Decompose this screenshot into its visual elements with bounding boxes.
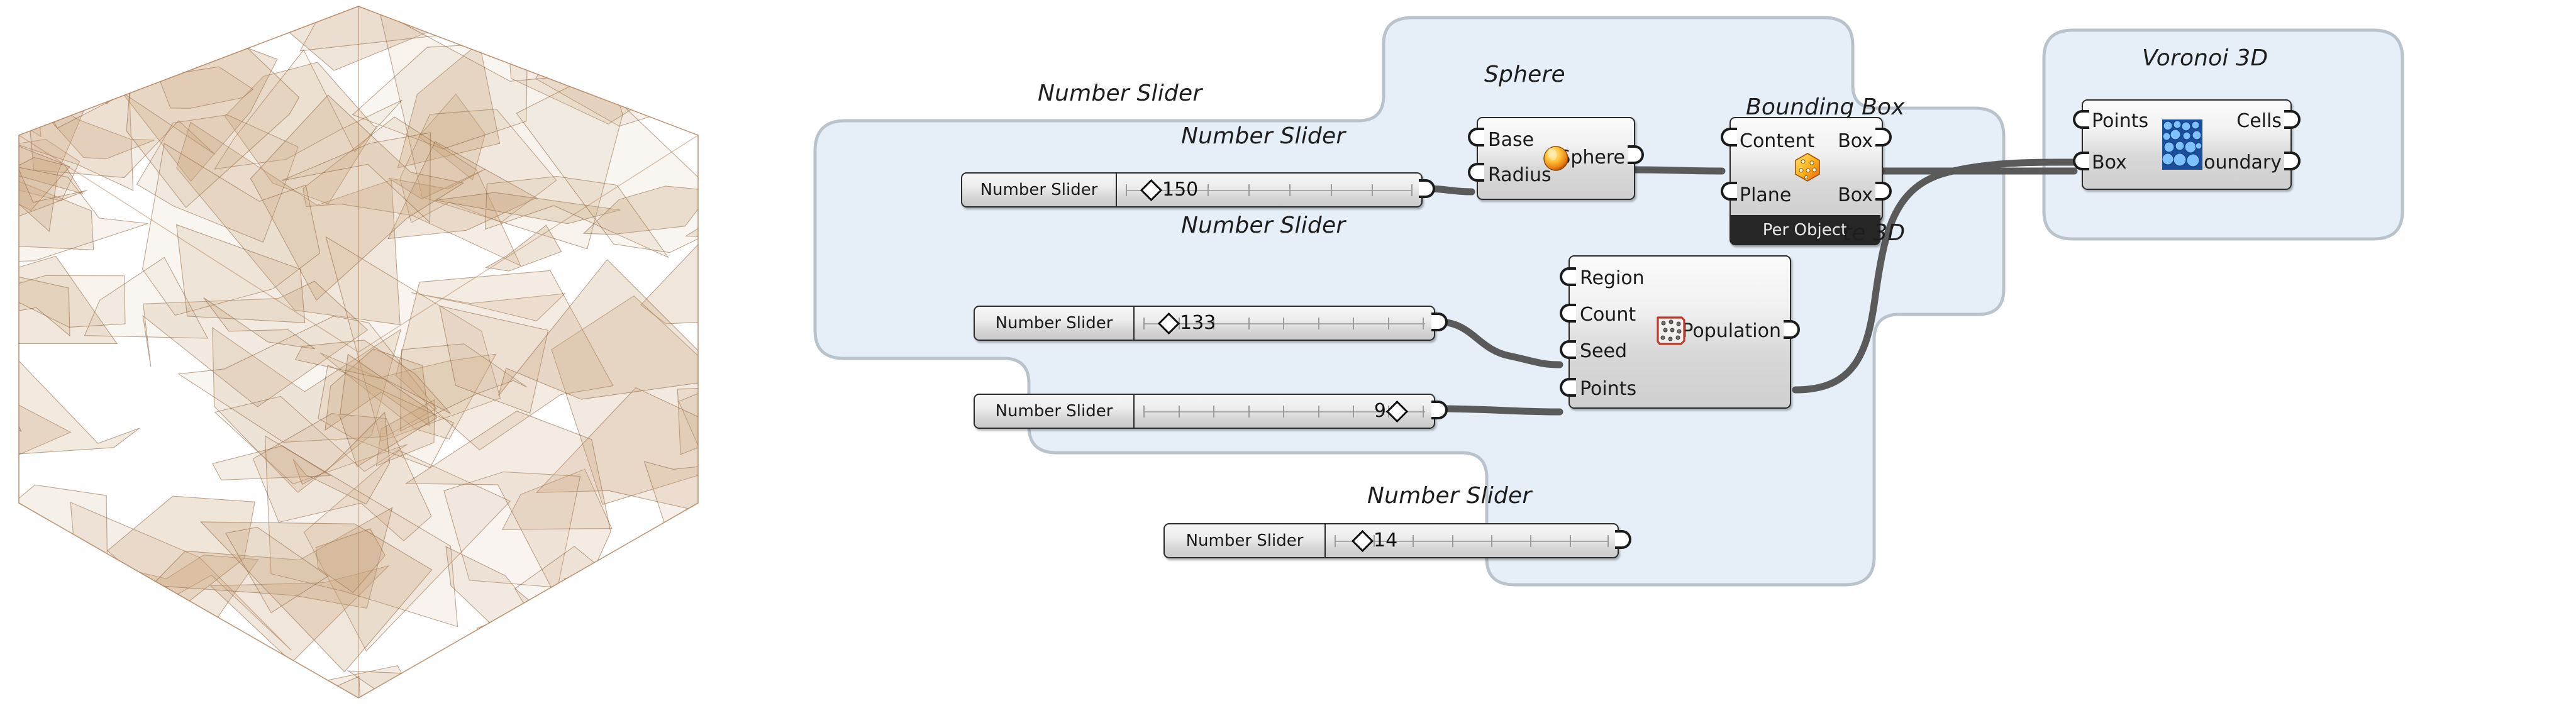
caption-sphere: Sphere (1484, 62, 1565, 87)
voronoi-3d-port-boundary[interactable] (2284, 152, 2301, 170)
caption-slider-extra: Number Slider (1367, 483, 1532, 509)
bounding-box-input-plane: Plane (1740, 184, 1792, 206)
caption-bounding-box: Bounding Box (1746, 94, 1905, 120)
bounding-box-port-content[interactable] (1721, 128, 1737, 147)
slider-knob-diamond-icon (1140, 179, 1163, 201)
voronoi-3d-icon (2162, 119, 2202, 170)
populate-3d-input-region: Region (1580, 267, 1645, 289)
slider-count-output-port[interactable] (1431, 313, 1448, 331)
bounding-box-port-box-bottom[interactable] (1875, 182, 1892, 201)
slider-extra-knob[interactable]: 14 (1351, 529, 1398, 552)
slider-count-knob[interactable]: 133 (1157, 312, 1216, 335)
sphere-port-out[interactable] (1628, 145, 1644, 164)
slider-extra-value: 14 (1374, 529, 1398, 551)
bounding-box-icon (1795, 153, 1820, 182)
slider-count-track[interactable]: 133 (1135, 307, 1434, 340)
bounding-box-port-box-top[interactable] (1875, 128, 1892, 147)
caption-populate-3d: te 3D (1843, 220, 1906, 246)
sphere-icon (1543, 146, 1568, 171)
populate-3d-port-seed[interactable] (1560, 340, 1576, 359)
slider-radius-track[interactable]: 150 (1117, 174, 1421, 206)
slider-count-value: 133 (1180, 312, 1216, 334)
sphere-input-base: Base (1488, 129, 1535, 151)
populate-3d-port-points[interactable] (1560, 378, 1576, 397)
populate-3d-port-population[interactable] (1784, 320, 1800, 339)
bounding-box-input-content: Content (1740, 130, 1815, 152)
sphere-port-radius[interactable] (1468, 163, 1484, 182)
caption-voronoi-3d: Voronoi 3D (2142, 45, 2268, 71)
slider-radius-value: 150 (1162, 179, 1199, 201)
slider-extra-output-port[interactable] (1615, 530, 1631, 549)
slider-knob-diamond-icon (1385, 400, 1409, 423)
slider-seed[interactable]: Number Slider 9 (974, 394, 1435, 429)
viewport-3d-preview[interactable] (0, 0, 730, 708)
bounding-box-port-plane[interactable] (1721, 182, 1737, 201)
voronoi-3d-input-box: Box (2092, 152, 2127, 174)
component-populate-3d[interactable]: Region Count Seed Points Population (1568, 255, 1791, 409)
voronoi-3d-port-cells[interactable] (2284, 110, 2301, 129)
slider-radius-label: Number Slider (962, 174, 1117, 206)
populate-3d-input-count: Count (1580, 304, 1636, 326)
slider-extra-label: Number Slider (1165, 524, 1326, 557)
voronoi-3d-output-cells: Cells (2236, 110, 2282, 132)
slider-extra[interactable]: Number Slider 14 (1163, 523, 1619, 558)
populate-3d-port-count[interactable] (1560, 304, 1576, 323)
populate-3d-output-population: Population (1682, 320, 1781, 342)
slider-radius[interactable]: Number Slider 150 (961, 172, 1423, 207)
sphere-port-base[interactable] (1468, 128, 1484, 147)
slider-seed-track[interactable]: 9 (1135, 395, 1434, 428)
voronoi-3d-port-points[interactable] (2073, 110, 2089, 129)
voronoi-3d-input-points: Points (2092, 110, 2149, 132)
voronoi-3d-geometry (18, 6, 699, 699)
component-bounding-box[interactable]: Content Plane Box Box (1729, 117, 1883, 221)
bounding-box-output-box-bottom: Box (1838, 184, 1873, 206)
component-voronoi-3d[interactable]: Points Box Cells Boundary (2082, 99, 2292, 190)
bounding-box-message-text: Per Object (1762, 221, 1848, 240)
slider-knob-diamond-icon (1351, 529, 1374, 552)
component-sphere[interactable]: Base Radius Sphere (1477, 117, 1635, 200)
slider-seed-knob[interactable]: 9 (1374, 400, 1409, 423)
slider-knob-diamond-icon (1157, 312, 1180, 335)
slider-seed-value: 9 (1374, 400, 1386, 422)
populate-3d-input-seed: Seed (1580, 340, 1627, 362)
caption-slider-radius: Number Slider (1038, 80, 1202, 106)
caption-slider-count: Number Slider (1181, 123, 1346, 149)
slider-count[interactable]: Number Slider 133 (974, 306, 1435, 341)
slider-seed-label: Number Slider (975, 395, 1135, 428)
slider-radius-output-port[interactable] (1419, 179, 1435, 198)
populate-3d-port-region[interactable] (1560, 267, 1576, 286)
voronoi-3d-output-boundary: Boundary (2190, 152, 2282, 174)
slider-radius-knob[interactable]: 150 (1140, 179, 1199, 201)
slider-seed-output-port[interactable] (1431, 401, 1448, 419)
slider-count-label: Number Slider (975, 307, 1135, 340)
populate-3d-input-points: Points (1580, 378, 1637, 400)
slider-extra-track[interactable]: 14 (1326, 524, 1618, 557)
bounding-box-output-box-top: Box (1838, 130, 1873, 152)
node-graph-canvas[interactable]: Number Slider Number Slider 150 Sphere B… (730, 0, 2576, 708)
caption-slider-seed: Number Slider (1181, 213, 1346, 238)
voronoi-3d-port-box[interactable] (2073, 152, 2089, 170)
populate-3d-icon (1657, 316, 1685, 345)
